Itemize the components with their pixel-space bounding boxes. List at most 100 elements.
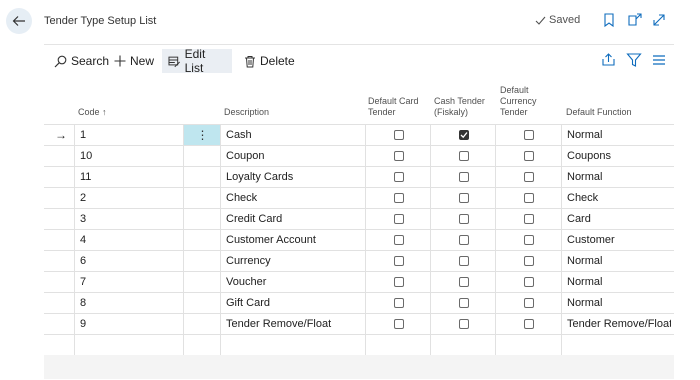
cell-default-function-value[interactable]: Check xyxy=(567,192,598,204)
cell-code-value[interactable]: 7 xyxy=(80,276,86,288)
checkbox-default-card-tender[interactable] xyxy=(394,319,404,329)
checkbox-default-currency-tender[interactable] xyxy=(524,319,534,329)
checkbox-default-currency-tender xyxy=(495,230,561,250)
cell-code-value[interactable]: 11 xyxy=(80,171,91,183)
column-header-default-currency-tender[interactable]: Default Currency Tender xyxy=(500,85,552,118)
cell-description-value[interactable]: Voucher xyxy=(226,276,266,288)
checkbox-default-currency-tender[interactable] xyxy=(524,235,534,245)
cell-description-value[interactable]: Credit Card xyxy=(226,213,282,225)
checkbox-default-card-tender[interactable] xyxy=(394,130,404,140)
cell-code-value[interactable]: 3 xyxy=(80,213,86,225)
checkbox-cash-tender[interactable] xyxy=(459,235,469,245)
search-label: Search xyxy=(71,54,110,68)
checkbox-default-card-tender[interactable] xyxy=(394,214,404,224)
checkbox-cash-tender[interactable] xyxy=(459,193,469,203)
list-view-icon[interactable] xyxy=(651,52,667,68)
menu-cell xyxy=(183,272,220,292)
cell-description-value[interactable]: Currency xyxy=(226,255,271,267)
checkbox-cash-tender[interactable] xyxy=(459,214,469,224)
checkbox-default-currency-tender[interactable] xyxy=(524,256,534,266)
checkbox-default-currency-tender[interactable] xyxy=(524,298,534,308)
cell-code-value[interactable]: 2 xyxy=(80,192,86,204)
checkbox-cash-tender[interactable] xyxy=(459,319,469,329)
bookmark-icon[interactable] xyxy=(601,12,617,28)
checkbox-cash-tender[interactable] xyxy=(459,151,469,161)
cell-code-value[interactable]: 1 xyxy=(80,129,86,141)
cell-default-function-value[interactable]: Card xyxy=(567,213,591,225)
new-label: New xyxy=(130,54,155,68)
checkbox-default-currency-tender[interactable] xyxy=(524,277,534,287)
back-button[interactable] xyxy=(6,8,32,34)
grid-footer-area xyxy=(44,355,674,379)
cell-code-value[interactable]: 4 xyxy=(80,234,86,246)
checkbox-default-card-tender[interactable] xyxy=(394,298,404,308)
cell-description-value[interactable]: Gift Card xyxy=(226,297,270,309)
checkbox-default-card-tender[interactable] xyxy=(394,151,404,161)
cell-default-function-value[interactable]: Customer xyxy=(567,234,615,246)
expand-icon[interactable] xyxy=(651,12,667,28)
cell-default-function-value[interactable]: Normal xyxy=(567,171,602,183)
open-new-window-icon[interactable] xyxy=(627,12,643,28)
cell-default-function-value[interactable]: Normal xyxy=(567,297,602,309)
column-header-code[interactable]: Code ↑ xyxy=(78,107,107,118)
checkbox-cash-tender[interactable] xyxy=(459,172,469,182)
cell-default-function-value[interactable]: Tender Remove/Float xyxy=(567,318,671,330)
checkbox-default-currency-tender[interactable] xyxy=(524,193,534,203)
checkbox-default-card-tender[interactable] xyxy=(394,193,404,203)
cell-code: 8 xyxy=(74,293,183,313)
cell-code: 10 xyxy=(74,146,183,166)
column-header-default-card-tender[interactable]: Default Card Tender xyxy=(368,96,430,118)
cell-default-function-value[interactable]: Coupons xyxy=(567,150,611,162)
cell-code: 7 xyxy=(74,272,183,292)
cell-description-value[interactable]: Check xyxy=(226,192,257,204)
indicator-cell xyxy=(44,209,74,229)
checkbox-cash-tender[interactable] xyxy=(459,256,469,266)
cell-description-value[interactable]: Tender Remove/Float xyxy=(226,318,331,330)
checkbox-cash-tender xyxy=(430,167,495,187)
row-actions-menu-icon[interactable]: ⋮ xyxy=(184,125,220,145)
cell-description-value[interactable]: Cash xyxy=(226,129,252,141)
checkbox-default-currency-tender[interactable] xyxy=(524,130,534,140)
share-icon[interactable] xyxy=(601,52,617,68)
checkbox-default-card-tender[interactable] xyxy=(394,256,404,266)
delete-button[interactable]: Delete xyxy=(238,49,301,73)
checkbox-cash-tender[interactable] xyxy=(459,130,469,140)
checkbox-cash-tender[interactable] xyxy=(459,298,469,308)
action-bar: Search New Edit List Delete xyxy=(44,44,674,75)
table-row: 8 Gift Card Normal xyxy=(44,292,674,313)
search-button[interactable]: Search xyxy=(48,49,115,73)
checkbox-default-card-tender[interactable] xyxy=(394,235,404,245)
new-button[interactable]: New xyxy=(108,49,160,73)
column-header-description[interactable]: Description xyxy=(224,107,269,118)
checkbox-default-currency-tender[interactable] xyxy=(524,172,534,182)
menu-cell xyxy=(183,209,220,229)
cell-description-value[interactable]: Coupon xyxy=(226,150,265,162)
checkbox-cash-tender xyxy=(430,293,495,313)
checkbox-default-currency-tender xyxy=(495,293,561,313)
cell-default-function-value[interactable]: Normal xyxy=(567,129,602,141)
menu-cell: ⋮ xyxy=(183,125,220,145)
checkbox-default-card-tender[interactable] xyxy=(394,277,404,287)
cell-description-value[interactable]: Loyalty Cards xyxy=(226,171,293,183)
column-header-cash-tender[interactable]: Cash Tender (Fiskaly) xyxy=(434,96,494,118)
checkbox-default-currency-tender[interactable] xyxy=(524,214,534,224)
column-header-default-function[interactable]: Default Function xyxy=(566,107,632,118)
checkbox-default-card-tender[interactable] xyxy=(394,172,404,182)
checkbox-default-currency-tender[interactable] xyxy=(524,151,534,161)
checkbox-default-card-tender xyxy=(365,230,430,250)
cell-description-value[interactable]: Customer Account xyxy=(226,234,316,246)
checkbox-cash-tender xyxy=(430,125,495,145)
cell-code-value[interactable]: 10 xyxy=(80,150,92,162)
page-header: Tender Type Setup List Saved xyxy=(44,0,674,44)
cell-code-value[interactable]: 8 xyxy=(80,297,86,309)
filter-icon[interactable] xyxy=(626,52,642,68)
edit-list-button[interactable]: Edit List xyxy=(162,47,232,75)
cell-default-function-value[interactable]: Normal xyxy=(567,276,602,288)
cell-default-function-value[interactable]: Normal xyxy=(567,255,602,267)
menu-cell xyxy=(183,335,220,355)
page: Tender Type Setup List Saved Search New … xyxy=(44,0,674,380)
cell-code-value[interactable]: 6 xyxy=(80,255,86,267)
checkbox-cash-tender xyxy=(430,230,495,250)
checkbox-cash-tender[interactable] xyxy=(459,277,469,287)
cell-code-value[interactable]: 9 xyxy=(80,318,86,330)
